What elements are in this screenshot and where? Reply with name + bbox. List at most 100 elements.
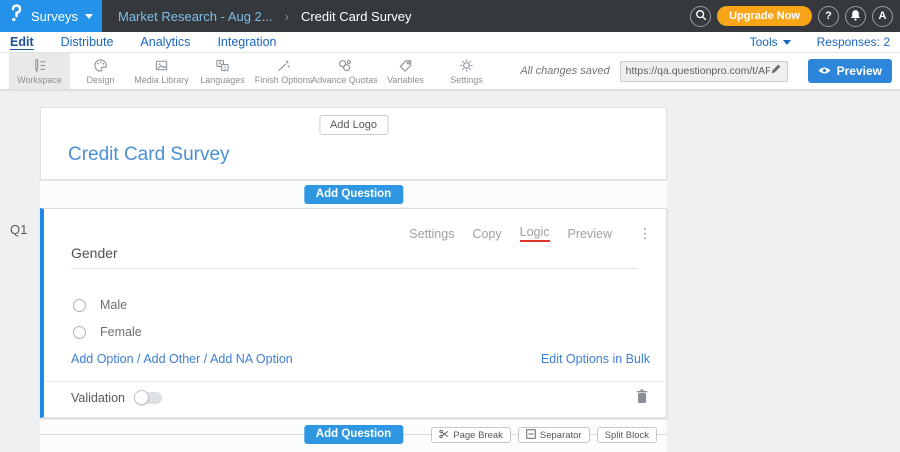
radio-button[interactable] (73, 299, 86, 312)
topbar-actions: Upgrade Now ? A (690, 0, 893, 32)
tools-menu[interactable]: Tools (750, 35, 791, 49)
question-preview-link[interactable]: Preview (568, 227, 612, 241)
surveys-menu[interactable]: Surveys (0, 0, 102, 32)
top-navbar: Surveys Market Research - Aug 2... › Cre… (0, 0, 900, 32)
survey-url-field[interactable]: https://qa.questionpro.com/t/APNrFZgQ (620, 61, 788, 82)
survey-title[interactable]: Credit Card Survey (68, 144, 230, 166)
kebab-menu-icon[interactable]: ⋮ (638, 226, 652, 242)
validation-toggle[interactable] (135, 392, 162, 404)
tab-integration[interactable]: Integration (217, 35, 276, 49)
question-footer-divider (44, 381, 666, 382)
image-icon (154, 58, 169, 73)
breadcrumb-current: Credit Card Survey (301, 9, 412, 24)
breadcrumb-separator-icon: › (285, 9, 289, 24)
answer-option-row: Female (73, 325, 142, 339)
tab-analytics[interactable]: Analytics (140, 35, 190, 49)
chevron-down-icon (783, 40, 791, 45)
tab-edit[interactable]: Edit (10, 35, 34, 49)
question-card: Settings Copy Logic Preview ⋮ Gender Mal… (40, 208, 667, 418)
question-logic-link[interactable]: Logic (520, 225, 550, 242)
toolbar-item-languages[interactable]: A a Languages (192, 53, 253, 89)
radio-button[interactable] (73, 326, 86, 339)
upgrade-now-button[interactable]: Upgrade Now (717, 6, 812, 26)
toolbar-item-label: Workspace (17, 75, 62, 85)
edit-options-in-bulk-link[interactable]: Edit Options in Bulk (541, 352, 650, 366)
survey-url-value: https://qa.questionpro.com/t/APNrFZgQ (626, 65, 770, 77)
toolbar-item-label: Variables (387, 75, 424, 85)
toolbar-item-media-library[interactable]: Media Library (131, 53, 192, 89)
link-separator: / (204, 352, 207, 366)
add-other-link[interactable]: Add Other (143, 352, 200, 366)
page-break-button[interactable]: Page Break (431, 427, 511, 443)
eye-icon (818, 64, 831, 78)
toolbar-item-advance-quotas[interactable]: Advance Quotas (314, 53, 375, 89)
page-break-label: Page Break (453, 430, 503, 441)
workspace-icon (32, 58, 47, 73)
palette-icon (93, 58, 108, 73)
toolbar-item-label: Design (86, 75, 114, 85)
tab-distribute[interactable]: Distribute (61, 35, 114, 49)
breadcrumb-folder[interactable]: Market Research - Aug 2... (118, 9, 273, 24)
toolbar-item-finish-options[interactable]: Finish Options (253, 53, 314, 89)
split-block-button[interactable]: Split Block (597, 427, 657, 443)
question-text-underline (71, 268, 638, 269)
answer-option-row: Male (73, 298, 127, 312)
question-text[interactable]: Gender (71, 245, 118, 261)
translate-icon: A a (215, 58, 230, 73)
question-number-label: Q1 (10, 222, 27, 237)
save-status: All changes saved (520, 65, 609, 77)
toolbar-item-label: Settings (450, 75, 483, 85)
separator-icon (526, 429, 536, 442)
add-na-option-link[interactable]: Add NA Option (210, 352, 293, 366)
tools-label: Tools (750, 35, 778, 49)
avatar-button[interactable]: A (872, 6, 893, 27)
toolbar-item-label: Media Library (134, 75, 189, 85)
toolbar-item-label: Languages (200, 75, 245, 85)
add-question-button[interactable]: Add Question (304, 185, 403, 204)
tag-icon (398, 58, 413, 73)
add-logo-button[interactable]: Add Logo (319, 115, 388, 135)
preview-button[interactable]: Preview (808, 59, 892, 83)
question-copy-link[interactable]: Copy (472, 227, 501, 241)
option-label[interactable]: Male (100, 298, 127, 312)
add-question-button[interactable]: Add Question (304, 425, 403, 444)
surveys-menu-label: Surveys (31, 9, 78, 24)
add-question-divider-top: Add Question (40, 181, 667, 208)
option-label[interactable]: Female (100, 325, 142, 339)
toolbar-item-workspace[interactable]: Workspace (9, 53, 70, 89)
svg-text:a: a (223, 65, 226, 71)
search-button[interactable] (690, 6, 711, 27)
search-icon (695, 9, 707, 24)
responses-count[interactable]: Responses: 2 (817, 35, 890, 49)
help-button[interactable]: ? (818, 6, 839, 27)
survey-toolbar: Workspace Design Media Library (0, 53, 900, 90)
bell-icon (850, 9, 861, 24)
scissors-icon (439, 429, 449, 442)
links-icon (337, 58, 352, 73)
toolbar-item-label: Advance Quotas (311, 75, 378, 85)
link-separator: / (137, 352, 140, 366)
chevron-down-icon (85, 14, 93, 19)
survey-header-card: Add Logo Credit Card Survey (40, 107, 667, 180)
delete-question-button[interactable] (636, 389, 648, 409)
option-links: Add Option / Add Other / Add NA Option (71, 352, 293, 366)
separator-button[interactable]: Separator (518, 427, 590, 443)
toolbar-item-variables[interactable]: Variables (375, 53, 436, 89)
toolbar-item-settings[interactable]: Settings (436, 53, 497, 89)
questionpro-logo-icon (10, 4, 23, 28)
preview-button-label: Preview (837, 64, 882, 78)
notifications-button[interactable] (845, 6, 866, 27)
add-question-divider-bottom: Add Question Page Break Se (40, 420, 667, 452)
edit-url-pencil-icon[interactable] (770, 62, 782, 80)
breadcrumb: Market Research - Aug 2... › Credit Card… (118, 0, 412, 32)
section-nav: Edit Distribute Analytics Integration To… (0, 32, 900, 53)
separator-label: Separator (540, 430, 582, 441)
trash-icon (636, 391, 648, 408)
toggle-knob (134, 390, 149, 405)
gear-icon (459, 58, 474, 73)
toolbar-item-design[interactable]: Design (70, 53, 131, 89)
toolbar-item-label: Finish Options (255, 75, 313, 85)
question-settings-link[interactable]: Settings (409, 227, 454, 241)
add-option-link[interactable]: Add Option (71, 352, 134, 366)
split-block-label: Split Block (605, 430, 649, 441)
